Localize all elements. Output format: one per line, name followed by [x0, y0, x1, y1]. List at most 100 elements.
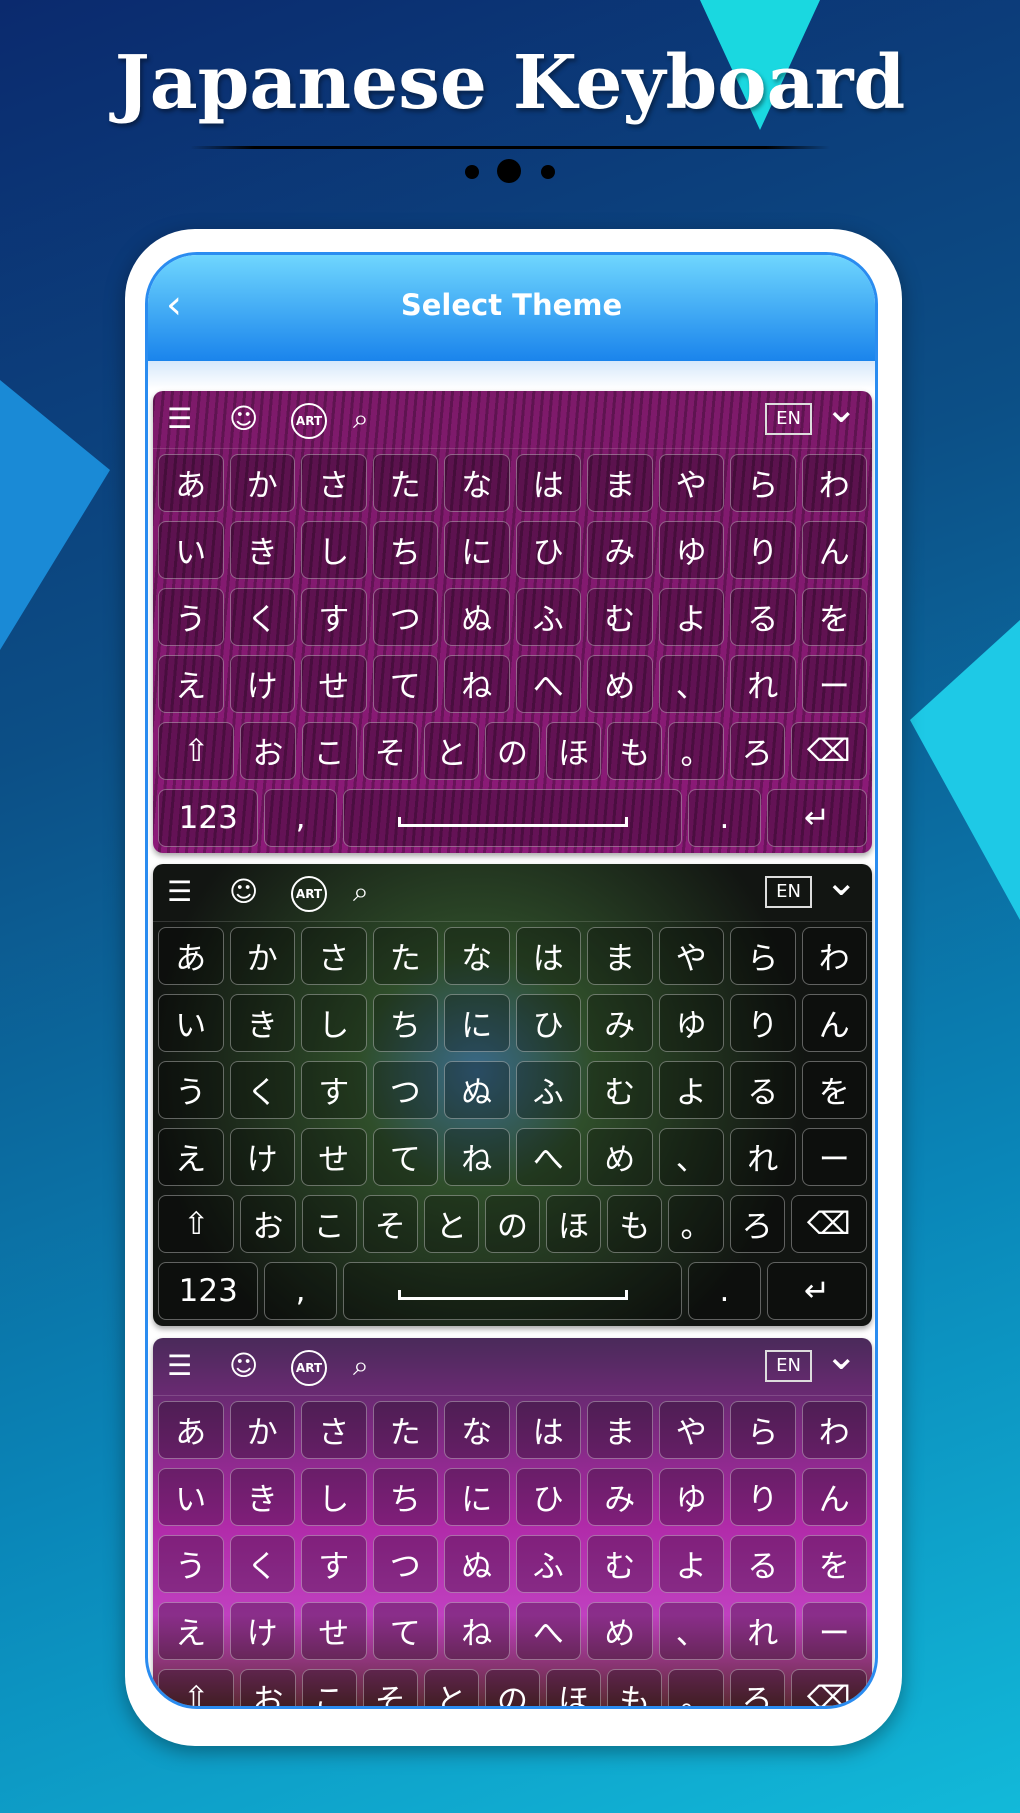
key[interactable]: ,: [264, 1261, 337, 1320]
key[interactable]: わ: [801, 926, 867, 985]
key[interactable]: ら: [730, 926, 796, 985]
key[interactable]: ゆ: [658, 993, 724, 1052]
key[interactable]: ん: [801, 1467, 867, 1526]
key[interactable]: め: [587, 654, 653, 713]
key[interactable]: な: [444, 926, 510, 985]
key[interactable]: ち: [372, 520, 438, 579]
key[interactable]: さ: [301, 926, 367, 985]
key[interactable]: け: [229, 1601, 295, 1660]
space-key[interactable]: [342, 788, 683, 847]
key[interactable]: ほ: [546, 721, 602, 780]
key[interactable]: ⌫: [790, 1668, 868, 1706]
key[interactable]: よ: [658, 1060, 724, 1119]
key[interactable]: る: [730, 1060, 796, 1119]
key[interactable]: ら: [730, 1400, 796, 1459]
key[interactable]: も: [607, 1194, 663, 1253]
key[interactable]: あ: [158, 453, 224, 512]
key[interactable]: ち: [372, 1467, 438, 1526]
key[interactable]: へ: [515, 654, 581, 713]
search-icon[interactable]: ⌕: [353, 1348, 369, 1384]
key[interactable]: も: [607, 721, 663, 780]
key[interactable]: つ: [372, 1060, 438, 1119]
key[interactable]: に: [444, 520, 510, 579]
key[interactable]: ぬ: [444, 587, 510, 646]
key[interactable]: さ: [301, 453, 367, 512]
key[interactable]: ⌫: [790, 721, 868, 780]
key[interactable]: る: [730, 587, 796, 646]
key[interactable]: み: [587, 1467, 653, 1526]
key[interactable]: つ: [372, 1534, 438, 1593]
key[interactable]: い: [158, 993, 224, 1052]
key[interactable]: は: [515, 926, 581, 985]
key[interactable]: と: [423, 1668, 479, 1706]
search-icon[interactable]: ⌕: [353, 401, 369, 437]
key[interactable]: 。: [668, 1194, 724, 1253]
key[interactable]: ま: [587, 1400, 653, 1459]
key[interactable]: か: [229, 926, 295, 985]
key[interactable]: し: [301, 520, 367, 579]
key[interactable]: ろ: [729, 1194, 785, 1253]
key[interactable]: う: [158, 1060, 224, 1119]
key[interactable]: の: [484, 1194, 541, 1253]
key[interactable]: く: [229, 1534, 295, 1593]
key[interactable]: 。: [668, 721, 724, 780]
key[interactable]: そ: [362, 721, 418, 780]
key[interactable]: 。: [668, 1668, 724, 1706]
key[interactable]: い: [158, 1467, 224, 1526]
key[interactable]: .: [688, 788, 761, 847]
key[interactable]: を: [801, 1534, 867, 1593]
language-button[interactable]: EN: [765, 1350, 812, 1382]
key[interactable]: ろ: [729, 1668, 785, 1706]
key[interactable]: ひ: [515, 1467, 581, 1526]
key[interactable]: わ: [801, 453, 867, 512]
key[interactable]: 123: [158, 1261, 259, 1320]
key[interactable]: ね: [444, 1127, 510, 1186]
key[interactable]: ゆ: [658, 1467, 724, 1526]
key[interactable]: と: [423, 721, 479, 780]
menu-icon[interactable]: ☰: [167, 401, 192, 437]
key[interactable]: ん: [801, 520, 867, 579]
key[interactable]: た: [372, 453, 438, 512]
key[interactable]: も: [607, 1668, 663, 1706]
key[interactable]: ー: [801, 654, 867, 713]
key[interactable]: く: [229, 587, 295, 646]
key[interactable]: え: [158, 1127, 224, 1186]
key[interactable]: へ: [515, 1127, 581, 1186]
key[interactable]: し: [301, 993, 367, 1052]
key[interactable]: て: [372, 1601, 438, 1660]
key[interactable]: ー: [801, 1127, 867, 1186]
chevron-down-icon[interactable]: ⌄: [824, 391, 858, 429]
key[interactable]: ほ: [546, 1668, 602, 1706]
key[interactable]: ふ: [515, 587, 581, 646]
key[interactable]: ぬ: [444, 1060, 510, 1119]
key[interactable]: か: [229, 1400, 295, 1459]
smiley-icon[interactable]: ☺: [229, 874, 258, 910]
key[interactable]: け: [229, 654, 295, 713]
key[interactable]: を: [801, 1060, 867, 1119]
menu-icon[interactable]: ☰: [167, 1348, 192, 1384]
key[interactable]: や: [658, 453, 724, 512]
key[interactable]: ↵: [766, 1261, 867, 1320]
key[interactable]: い: [158, 520, 224, 579]
key[interactable]: ぬ: [444, 1534, 510, 1593]
chevron-down-icon[interactable]: ⌄: [824, 864, 858, 902]
key[interactable]: え: [158, 654, 224, 713]
key[interactable]: め: [587, 1601, 653, 1660]
key[interactable]: け: [229, 1127, 295, 1186]
key[interactable]: ね: [444, 1601, 510, 1660]
art-icon[interactable]: ART: [291, 1350, 327, 1386]
key[interactable]: ⇧: [158, 721, 235, 780]
key[interactable]: て: [372, 654, 438, 713]
menu-icon[interactable]: ☰: [167, 874, 192, 910]
key[interactable]: せ: [301, 654, 367, 713]
key[interactable]: た: [372, 1400, 438, 1459]
key[interactable]: せ: [301, 1127, 367, 1186]
key[interactable]: つ: [372, 587, 438, 646]
key[interactable]: お: [240, 1668, 296, 1706]
space-key[interactable]: [342, 1261, 683, 1320]
key[interactable]: へ: [515, 1601, 581, 1660]
key[interactable]: あ: [158, 1400, 224, 1459]
key[interactable]: お: [240, 721, 296, 780]
key[interactable]: め: [587, 1127, 653, 1186]
key[interactable]: ー: [801, 1601, 867, 1660]
